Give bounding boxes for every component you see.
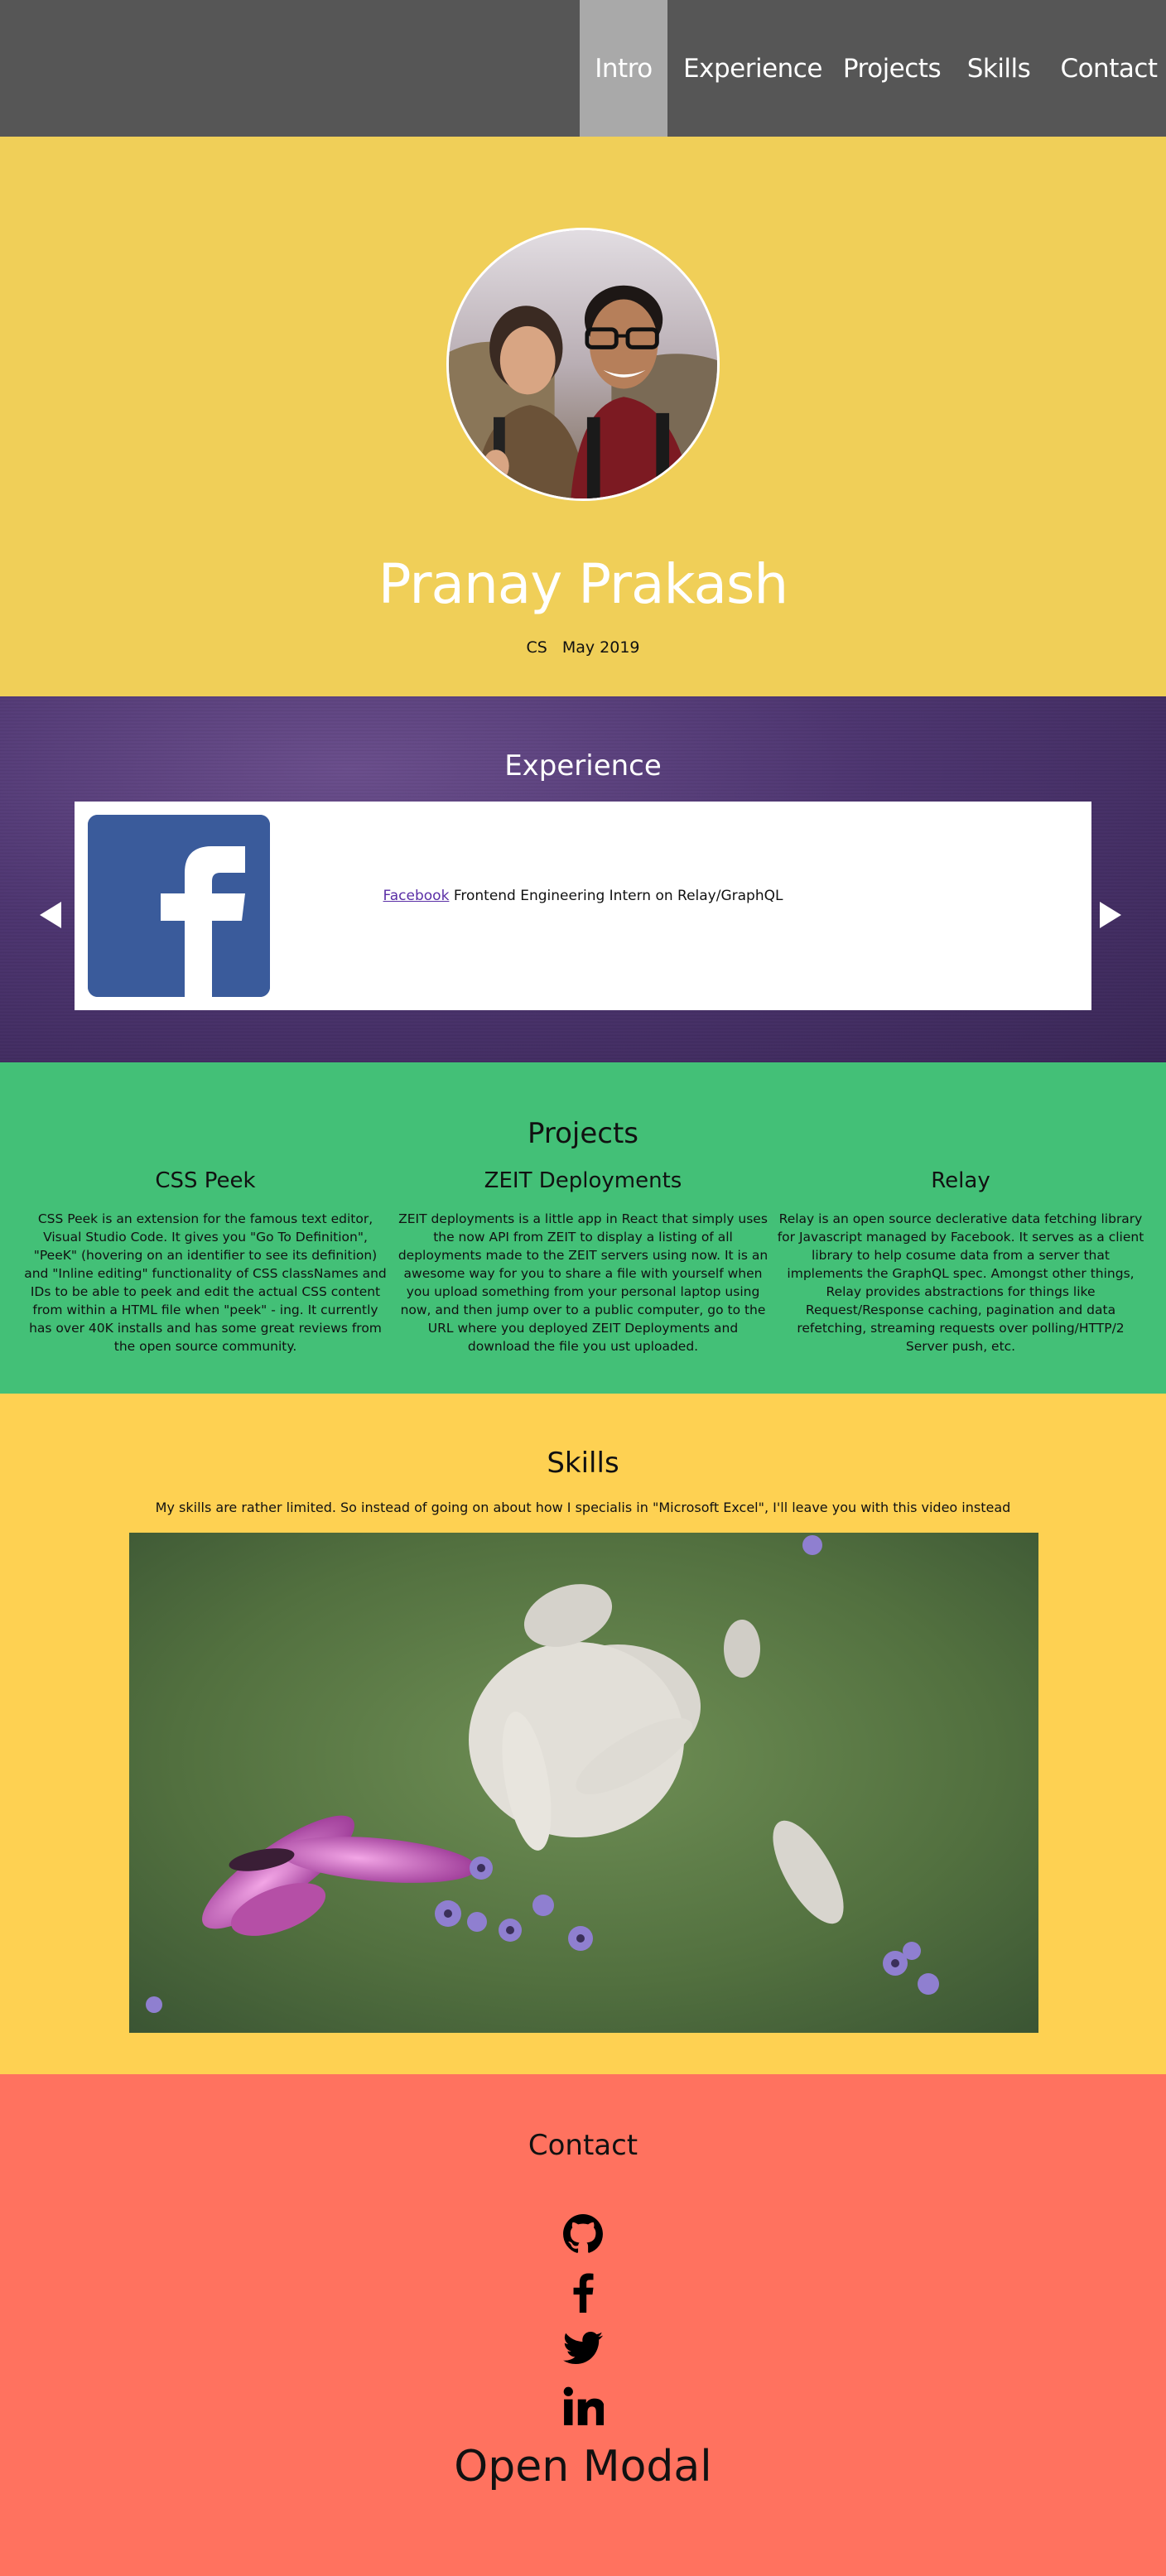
nav-item-experience[interactable]: Experience bbox=[667, 0, 838, 137]
skills-title: Skills bbox=[547, 1447, 619, 1480]
twitter-link[interactable] bbox=[0, 2328, 1166, 2372]
project-description: CSS Peek is an extension for the famous … bbox=[24, 1211, 387, 1354]
skills-section: Skills My skills are rather limited. So … bbox=[0, 1394, 1166, 2074]
nav-item-contact[interactable]: Contact bbox=[1052, 0, 1166, 137]
facebook-logo-icon bbox=[88, 815, 270, 997]
project-card: Relay Relay is an open source declerativ… bbox=[772, 1168, 1149, 1355]
experience-role: Frontend Engineering Intern on Relay/Gra… bbox=[453, 888, 783, 904]
contact-section: Contact Open Modal bbox=[0, 2074, 1166, 2576]
profile-major: CS bbox=[526, 638, 547, 657]
nav-item-intro[interactable]: Intro bbox=[580, 0, 667, 137]
projects-list: CSS Peek CSS Peek is an extension for th… bbox=[17, 1168, 1149, 1355]
experience-company-link[interactable]: Facebook bbox=[383, 888, 450, 904]
experience-card: Facebook Frontend Engineering Intern on … bbox=[75, 802, 1091, 1010]
project-name: ZEIT Deployments bbox=[484, 1168, 682, 1193]
experience-title: Experience bbox=[504, 749, 662, 782]
linkedin-link[interactable] bbox=[0, 2386, 1166, 2430]
project-card: CSS Peek CSS Peek is an extension for th… bbox=[17, 1168, 394, 1355]
nav-item-projects[interactable]: Projects bbox=[838, 0, 946, 137]
projects-title: Projects bbox=[527, 1117, 639, 1150]
linkedin-icon bbox=[563, 2386, 604, 2425]
project-description: ZEIT deployments is a little app in Reac… bbox=[398, 1211, 768, 1354]
experience-text: Facebook Frontend Engineering Intern on … bbox=[75, 888, 1091, 904]
projects-section: Projects CSS Peek CSS Peek is an extensi… bbox=[0, 1062, 1166, 1394]
open-modal-button[interactable]: Open Modal bbox=[0, 2442, 1166, 2492]
intro-section: Pranay Prakash CS May 2019 bbox=[0, 137, 1166, 696]
facebook-link[interactable] bbox=[0, 2271, 1166, 2316]
project-name: CSS Peek bbox=[155, 1168, 256, 1193]
contact-title: Contact bbox=[528, 2129, 638, 2162]
profile-name: Pranay Prakash bbox=[378, 552, 788, 616]
twitter-icon bbox=[563, 2331, 604, 2364]
arrow-left-icon[interactable] bbox=[40, 902, 61, 928]
arrow-right-icon[interactable] bbox=[1100, 902, 1121, 928]
video-player[interactable] bbox=[129, 1533, 1038, 2033]
project-card: ZEIT Deployments ZEIT deployments is a l… bbox=[394, 1168, 772, 1355]
github-icon bbox=[563, 2214, 603, 2253]
project-name: Relay bbox=[931, 1168, 990, 1193]
avatar bbox=[446, 228, 720, 501]
top-nav: Intro Experience Projects Skills Contact bbox=[0, 0, 1166, 137]
profile-graduation: May 2019 bbox=[561, 638, 640, 657]
nav-item-skills[interactable]: Skills bbox=[946, 0, 1052, 137]
profile-subline: CS May 2019 bbox=[0, 638, 1166, 657]
experience-section: Experience Facebook Frontend Engineering… bbox=[0, 696, 1166, 1062]
project-description: Relay is an open source declerative data… bbox=[777, 1211, 1144, 1354]
nav-items: Intro Experience Projects Skills Contact bbox=[580, 0, 1166, 137]
skills-description: My skills are rather limited. So instead… bbox=[155, 1500, 1011, 1515]
facebook-icon bbox=[573, 2273, 594, 2313]
github-link[interactable] bbox=[0, 2213, 1166, 2258]
